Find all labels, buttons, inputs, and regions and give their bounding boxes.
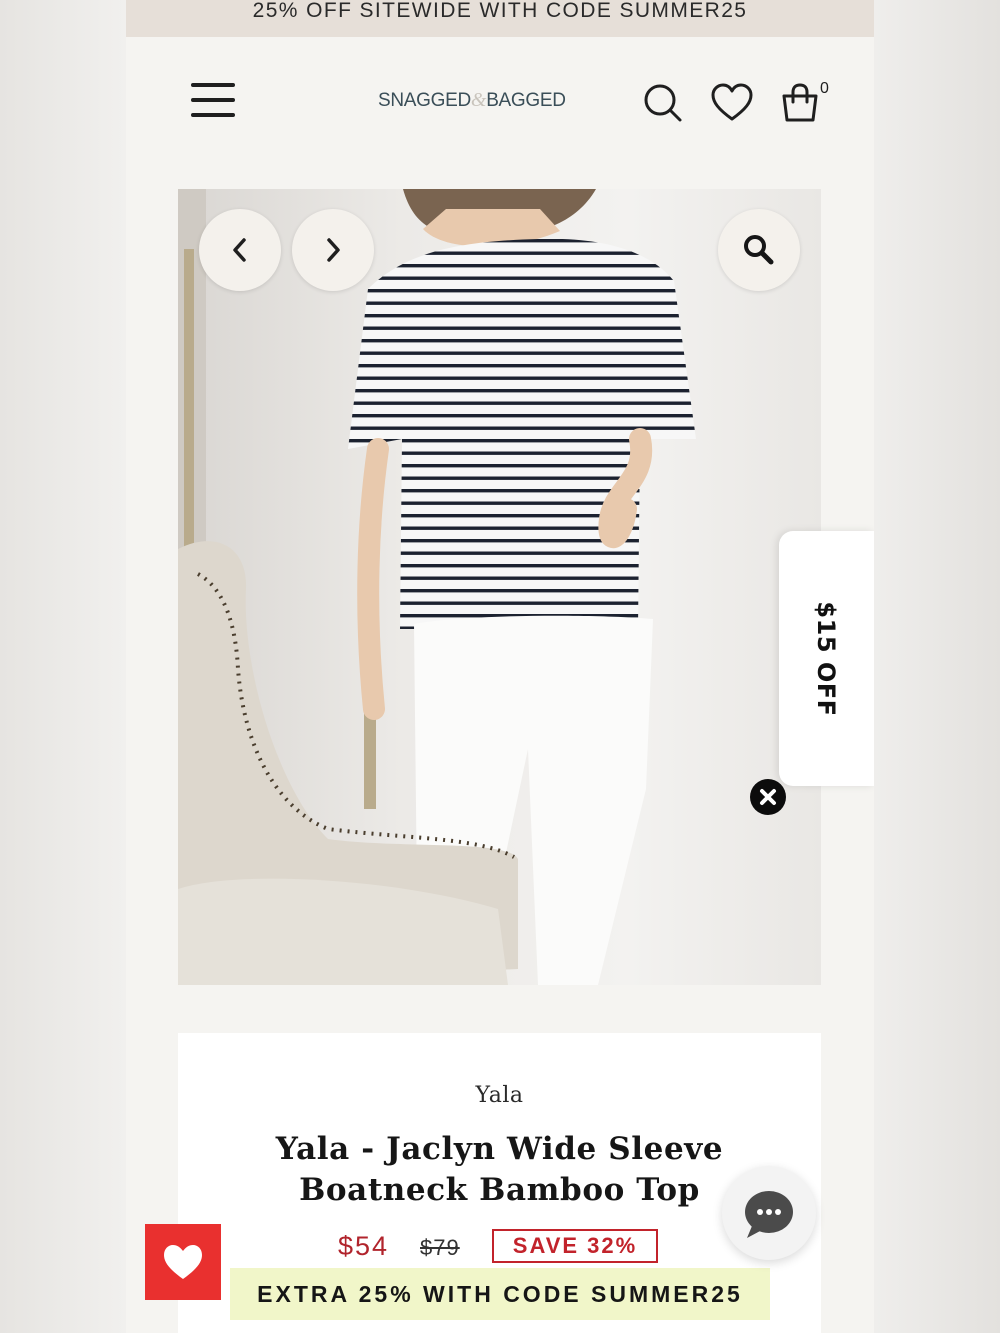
chat-bubble-icon [745, 1191, 793, 1238]
close-icon [760, 789, 776, 805]
background-right [874, 0, 1000, 1333]
logo-ampersand: & [470, 89, 487, 111]
search-icon[interactable] [642, 82, 684, 124]
chat-button[interactable] [722, 1166, 816, 1260]
close-discount-button[interactable] [750, 779, 786, 815]
previous-image-button[interactable] [199, 209, 281, 291]
heart-icon[interactable] [710, 83, 754, 123]
chevron-right-icon [327, 238, 340, 262]
discount-popup-tab[interactable]: $15 OFF [779, 531, 874, 786]
product-photo [178, 189, 696, 985]
original-price: $79 [420, 1235, 460, 1260]
menu-icon[interactable] [188, 80, 236, 122]
background-left [0, 0, 126, 1333]
wishlist-floating-button[interactable] [145, 1224, 221, 1300]
cart-count-badge: 0 [820, 80, 829, 97]
shopping-bag-icon[interactable] [778, 82, 822, 124]
discount-tab-label: $15 OFF [812, 601, 840, 717]
product-brand[interactable]: Yala [178, 1083, 821, 1108]
save-badge: SAVE 32% [492, 1229, 658, 1263]
product-image[interactable] [178, 189, 821, 985]
promo-banner-text: 25% OFF SITEWIDE WITH CODE SUMMER25 [252, 0, 748, 22]
next-image-button[interactable] [292, 209, 374, 291]
chevron-left-icon [233, 238, 246, 262]
extra-discount-banner: EXTRA 25% WITH CODE SUMMER25 [230, 1268, 770, 1320]
sale-price: $54 [338, 1231, 390, 1261]
heart-filled-icon [164, 1245, 202, 1279]
product-page: 25% OFF SITEWIDE WITH CODE SUMMER25 SNAG… [126, 0, 874, 1333]
zoom-icon [744, 235, 774, 265]
logo-word-left: SNAGGED [378, 90, 471, 111]
zoom-image-button[interactable] [718, 209, 800, 291]
store-logo[interactable]: SNAGGED&BAGGED [378, 89, 578, 117]
logo-word-right: BAGGED [486, 90, 566, 111]
promo-banner[interactable]: 25% OFF SITEWIDE WITH CODE SUMMER25 [126, 0, 874, 37]
product-title-line-1: Yala - Jaclyn Wide Sleeve [275, 1131, 724, 1167]
